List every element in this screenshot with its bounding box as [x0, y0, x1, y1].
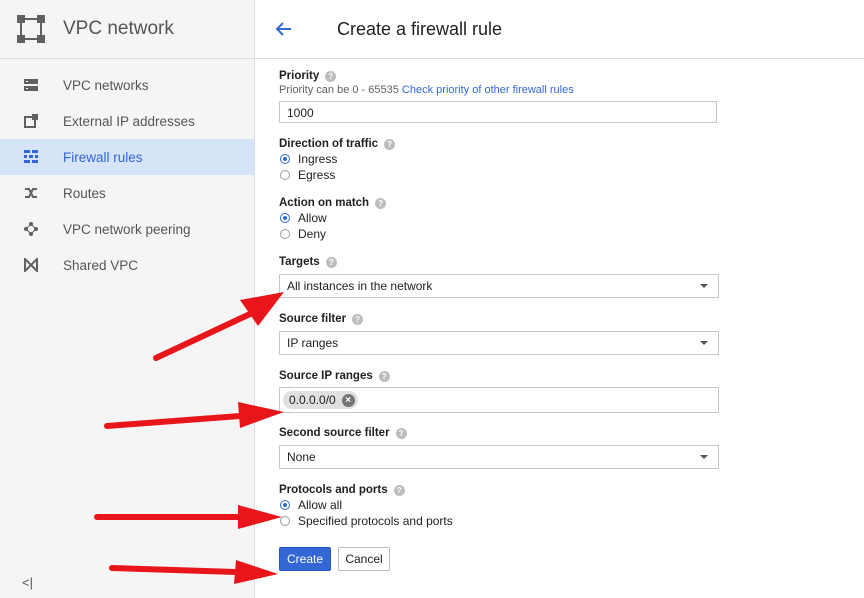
sidebar-item-label: Shared VPC — [63, 257, 139, 273]
action-allow-option[interactable]: Allow — [279, 210, 719, 226]
direction-ingress-option[interactable]: Ingress — [279, 151, 719, 167]
help-icon[interactable]: ? — [393, 484, 405, 496]
source-filter-select[interactable]: IP ranges — [279, 331, 719, 355]
ip-range-chip: 0.0.0.0/0 × — [283, 391, 358, 409]
cancel-button[interactable]: Cancel — [338, 547, 390, 571]
sidebar-item-vpc-peering[interactable]: VPC network peering — [0, 211, 254, 247]
sidebar-header: VPC network — [0, 0, 254, 59]
radio-unselected[interactable] — [280, 516, 290, 526]
routes-icon — [23, 185, 39, 201]
dropdown-caret-icon — [700, 341, 708, 345]
sidebar-nav: VPC networks External IP addresses Firew… — [0, 67, 254, 283]
dropdown-caret-icon — [700, 455, 708, 459]
radio-selected[interactable] — [280, 213, 290, 223]
help-icon[interactable]: ? — [325, 70, 337, 82]
peering-icon — [23, 221, 39, 237]
action-deny-option[interactable]: Deny — [279, 226, 719, 242]
help-icon[interactable]: ? — [378, 370, 390, 382]
radio-selected[interactable] — [280, 500, 290, 510]
protocols-label: Protocols and ports? — [279, 484, 719, 496]
radio-selected[interactable] — [280, 154, 290, 164]
source-ip-ranges-label: Source IP ranges? — [279, 370, 719, 382]
priority-input[interactable]: 1000 — [279, 101, 717, 123]
external-ip-icon — [23, 113, 39, 129]
sidebar-item-label: VPC networks — [63, 77, 149, 93]
sidebar-item-label: External IP addresses — [63, 113, 195, 129]
collapse-sidebar-button[interactable]: <| — [22, 575, 33, 590]
second-source-filter-label: Second source filter? — [279, 427, 719, 439]
remove-chip-icon[interactable]: × — [341, 393, 355, 407]
radio-unselected[interactable] — [280, 229, 290, 239]
help-icon[interactable]: ? — [384, 138, 396, 150]
help-icon[interactable]: ? — [325, 256, 337, 268]
create-button[interactable]: Create — [279, 547, 331, 571]
help-icon[interactable]: ? — [352, 313, 364, 325]
help-icon[interactable]: ? — [395, 427, 407, 439]
sidebar-item-label: Firewall rules — [63, 149, 143, 165]
direction-egress-option[interactable]: Egress — [279, 167, 719, 183]
vpc-networks-icon — [23, 77, 39, 93]
firewall-icon — [23, 149, 39, 165]
sidebar-title: VPC network — [63, 18, 174, 39]
back-arrow-icon[interactable] — [274, 19, 294, 39]
page-title: Create a firewall rule — [337, 18, 503, 39]
radio-unselected[interactable] — [280, 170, 290, 180]
check-priority-link[interactable]: Check priority of other firewall rules — [402, 84, 574, 96]
main-content: Create a firewall rule Priority? Priorit… — [255, 0, 864, 598]
sidebar: VPC network VPC networks External IP add… — [0, 0, 255, 598]
second-source-filter-select[interactable]: None — [279, 445, 719, 469]
action-label: Action on match? — [279, 197, 719, 209]
targets-select[interactable]: All instances in the network — [279, 274, 719, 298]
priority-label: Priority? — [279, 70, 719, 82]
page-header: Create a firewall rule — [255, 0, 864, 59]
sidebar-item-label: VPC network peering — [63, 221, 191, 237]
sidebar-item-external-ip[interactable]: External IP addresses — [0, 103, 254, 139]
targets-label: Targets? — [279, 256, 719, 268]
shared-vpc-icon — [23, 257, 39, 273]
direction-label: Direction of traffic? — [279, 138, 719, 150]
dropdown-caret-icon — [700, 284, 708, 288]
firewall-rule-form: Priority? Priority can be 0 - 65535 Chec… — [279, 70, 719, 571]
protocols-specified-option[interactable]: Specified protocols and ports — [279, 513, 719, 529]
sidebar-item-label: Routes — [63, 185, 106, 201]
sidebar-item-shared-vpc[interactable]: Shared VPC — [0, 247, 254, 283]
form-actions: Create Cancel — [279, 547, 719, 571]
vpc-logo-icon — [17, 15, 45, 43]
sidebar-item-routes[interactable]: Routes — [0, 175, 254, 211]
source-filter-label: Source filter? — [279, 313, 719, 325]
protocols-allow-all-option[interactable]: Allow all — [279, 497, 719, 513]
sidebar-item-vpc-networks[interactable]: VPC networks — [0, 67, 254, 103]
source-ip-ranges-input[interactable]: 0.0.0.0/0 × — [279, 387, 719, 413]
sidebar-item-firewall-rules[interactable]: Firewall rules — [0, 139, 254, 175]
priority-hint: Priority can be 0 - 65535 Check priority… — [279, 84, 574, 96]
help-icon[interactable]: ? — [375, 197, 387, 209]
